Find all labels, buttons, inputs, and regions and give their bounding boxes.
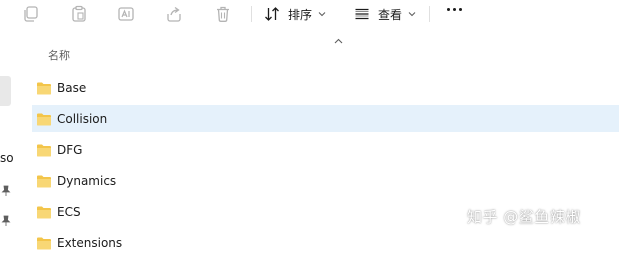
pin-icon[interactable] [1, 185, 11, 197]
toolbar-separator [429, 6, 430, 22]
list-item[interactable]: Extensions [32, 229, 619, 256]
paste-icon [72, 5, 86, 22]
folder-icon [37, 237, 51, 249]
column-header-name[interactable]: 名称 [48, 47, 70, 63]
file-name: ECS [57, 204, 81, 219]
list-item[interactable]: Base [32, 74, 619, 101]
more-icon [447, 8, 450, 11]
command-bar: 排序 查看 [0, 0, 619, 30]
rename-button[interactable] [117, 3, 135, 25]
share-icon [167, 6, 181, 22]
paste-button[interactable] [70, 3, 88, 25]
delete-icon [217, 6, 229, 22]
file-name: Collision [57, 111, 108, 126]
sort-label: 排序 [288, 7, 313, 22]
sort-button[interactable]: 排序 [264, 3, 326, 25]
folder-icon [37, 82, 51, 94]
folder-icon [37, 113, 51, 125]
nav-item-label: so [0, 151, 14, 165]
file-name: Dynamics [57, 173, 117, 188]
list-item[interactable]: DFG [32, 136, 619, 163]
file-name: Base [57, 80, 87, 95]
view-label: 查看 [378, 7, 403, 22]
folder-icon [37, 175, 51, 187]
nav-selected-item[interactable] [0, 76, 11, 106]
delete-button[interactable] [214, 3, 232, 25]
file-name: DFG [57, 142, 83, 157]
copy-icon [24, 6, 38, 22]
sort-ascending-icon [334, 38, 343, 44]
more-options-button[interactable] [447, 8, 462, 11]
view-button[interactable]: 查看 [354, 3, 416, 25]
sort-icon [265, 7, 279, 21]
chevron-down-icon [408, 12, 416, 17]
watermark: 知乎 @鲨鱼辣椒 [467, 208, 581, 226]
view-icon [355, 8, 369, 20]
folder-icon [37, 144, 51, 156]
list-item[interactable]: Collision [32, 105, 619, 132]
navigation-pane: so [0, 30, 14, 248]
copy-button[interactable] [22, 3, 40, 25]
pin-icon[interactable] [1, 215, 11, 227]
rename-icon [118, 7, 134, 21]
folder-icon [37, 206, 51, 218]
file-name: Extensions [57, 235, 123, 250]
chevron-down-icon [318, 12, 326, 17]
share-button[interactable] [165, 3, 183, 25]
toolbar-separator [251, 6, 252, 22]
list-item[interactable]: Dynamics [32, 167, 619, 194]
